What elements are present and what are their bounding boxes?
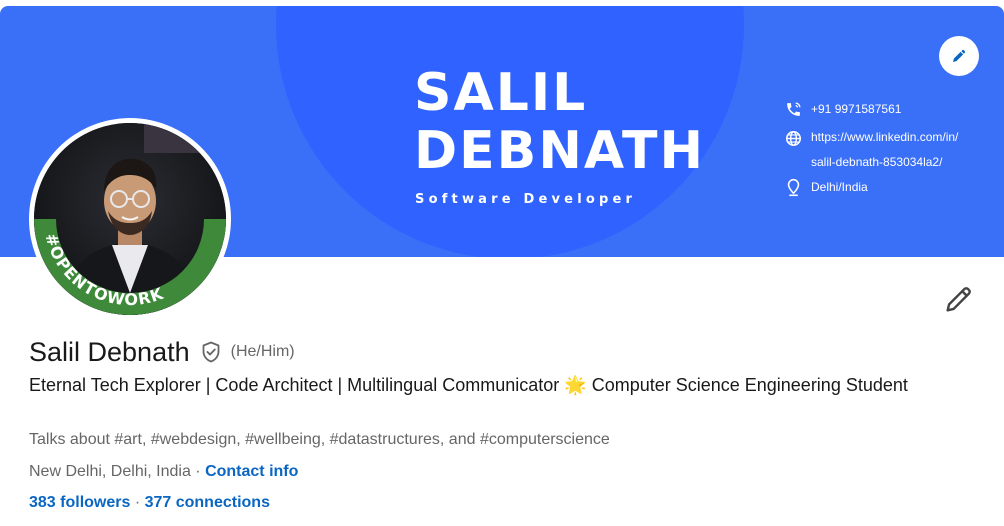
headline: Eternal Tech Explorer | Code Architect |… (29, 373, 959, 398)
star-emoji-icon: 🌟 (564, 375, 587, 395)
edit-intro-button[interactable] (942, 282, 976, 316)
profile-photo[interactable]: #OPENTOWORK (29, 118, 231, 320)
banner-phone-text: +91 9971587561 (811, 102, 902, 116)
banner-website-line1: https://www.linkedin.com/in/ (811, 130, 959, 144)
name-row: Salil Debnath (He/Him) (29, 335, 295, 369)
followers-link[interactable]: 383 followers (29, 494, 130, 511)
banner-name-line2: DEBNATH (414, 121, 706, 181)
pronouns: (He/Him) (230, 343, 295, 360)
network-stats: 383 followers · 377 connections (29, 494, 270, 512)
banner-name: SALIL DEBNATH (414, 64, 705, 180)
profile-card: SALIL DEBNATH Software Developer +91 997… (0, 0, 1004, 526)
location-row: New Delhi, Delhi, India · Contact info (29, 463, 298, 481)
banner-role: Software Developer (415, 192, 637, 207)
stats-separator: · (130, 494, 145, 511)
avatar: #OPENTOWORK (34, 123, 226, 315)
headline-part1: Eternal Tech Explorer | Code Architect |… (29, 375, 565, 395)
globe-icon (785, 130, 802, 147)
headline-part2: Computer Science Engineering Student (586, 375, 908, 395)
location-pin-icon (787, 178, 800, 197)
location-text: New Delhi, Delhi, India (29, 463, 191, 480)
connections-link[interactable]: 377 connections (145, 494, 270, 511)
profile-name: Salil Debnath (29, 336, 190, 367)
contact-info-link[interactable]: Contact info (205, 463, 298, 480)
pencil-icon (946, 287, 971, 312)
pencil-icon (953, 50, 965, 62)
phone-icon (787, 102, 801, 116)
location-separator: · (190, 463, 206, 480)
banner-website-line2: salil-debnath-853034la2/ (811, 155, 943, 169)
banner-location-text: Delhi/India (811, 180, 868, 194)
edit-banner-button[interactable] (939, 36, 979, 76)
banner-name-line1: SALIL (414, 63, 588, 123)
verified-shield-icon[interactable] (199, 340, 223, 364)
talks-about: Talks about #art, #webdesign, #wellbeing… (29, 431, 610, 448)
